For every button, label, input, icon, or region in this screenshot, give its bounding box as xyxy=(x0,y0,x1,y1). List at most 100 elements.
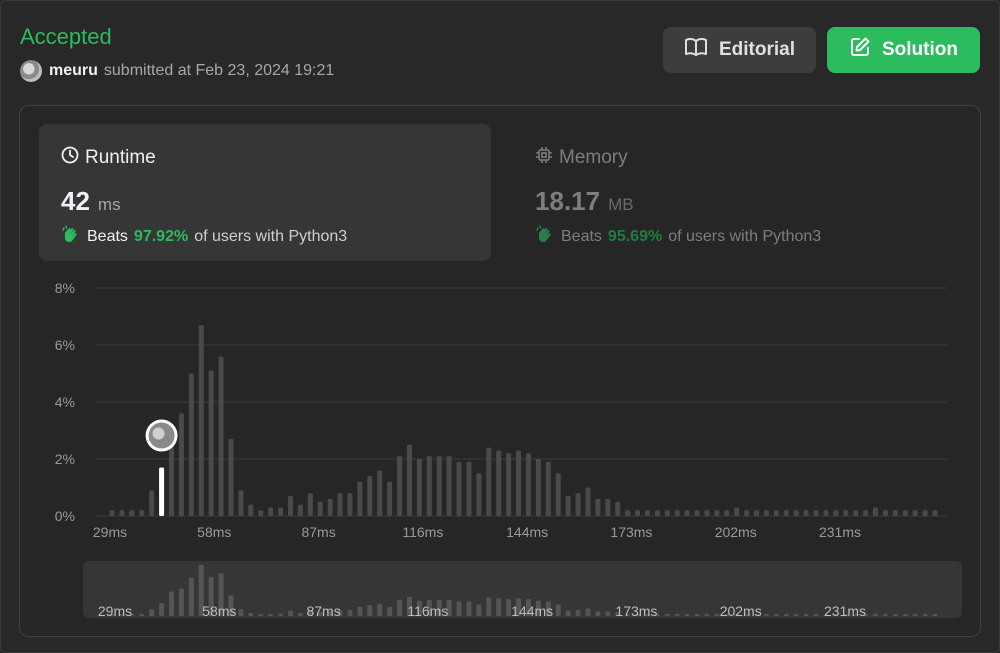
bar xyxy=(337,493,343,516)
bar xyxy=(387,481,393,516)
mini-bar xyxy=(763,614,769,616)
bar xyxy=(644,510,650,516)
mini-bar xyxy=(496,598,502,616)
bar xyxy=(109,510,115,516)
bar xyxy=(635,510,641,516)
mini-bar xyxy=(347,609,353,616)
mini-bar xyxy=(377,603,383,616)
bar xyxy=(317,501,323,516)
mini-x-tick-label: 231ms xyxy=(824,603,866,619)
bar xyxy=(763,510,769,516)
mini-bar xyxy=(149,609,155,616)
bar xyxy=(694,510,700,516)
mini-bar xyxy=(585,608,591,616)
bar xyxy=(595,498,601,516)
bar xyxy=(397,456,403,516)
x-tick-label: 173ms xyxy=(610,524,652,540)
mini-bar xyxy=(892,614,898,616)
bar xyxy=(486,447,492,516)
mini-bar xyxy=(238,609,244,616)
bar xyxy=(327,498,333,516)
y-tick-label: 4% xyxy=(55,394,75,410)
runtime-distribution-chart[interactable]: 0% 2% 4% 6% 8% 29ms 58ms 87ms 116ms 144ms 173ms 202… xyxy=(0,0,1000,653)
mini-bar xyxy=(694,614,700,616)
mini-bar xyxy=(555,604,561,616)
bar xyxy=(754,510,760,516)
bar xyxy=(198,325,204,516)
bar xyxy=(545,461,551,516)
bar xyxy=(902,510,908,516)
bar xyxy=(793,510,799,516)
bar xyxy=(208,370,214,516)
bar xyxy=(843,510,849,516)
mini-x-tick-label: 29ms xyxy=(98,603,132,619)
mini-bar xyxy=(773,614,779,616)
bar xyxy=(218,356,224,516)
bar xyxy=(734,507,740,516)
mini-x-tick-label: 202ms xyxy=(720,603,762,619)
bar xyxy=(516,450,522,516)
mini-bar xyxy=(873,613,879,616)
bar xyxy=(456,461,462,516)
mini-bar xyxy=(783,614,789,616)
bar xyxy=(466,461,472,516)
mini-bar xyxy=(466,601,472,616)
x-tick-label: 231ms xyxy=(819,524,861,540)
mini-bar xyxy=(813,614,819,616)
bar xyxy=(377,470,383,516)
bar xyxy=(932,510,938,516)
bar xyxy=(268,507,274,516)
bar xyxy=(585,487,591,516)
mini-bar xyxy=(476,604,482,616)
bar xyxy=(238,490,244,516)
mini-bar xyxy=(664,614,670,616)
mini-bar xyxy=(684,614,690,616)
mini-bar xyxy=(287,610,293,616)
mini-bar xyxy=(456,601,462,616)
bar xyxy=(307,493,313,516)
x-tick-label: 29ms xyxy=(93,524,127,540)
mini-bar xyxy=(178,588,184,616)
bar xyxy=(873,507,879,516)
mini-bar xyxy=(565,610,571,616)
mini-bar xyxy=(882,614,888,616)
bar xyxy=(833,510,839,516)
mini-bar xyxy=(278,613,284,616)
mini-bar xyxy=(803,614,809,616)
bar xyxy=(714,510,720,516)
mini-bar xyxy=(268,613,274,616)
bar xyxy=(406,444,412,516)
mini-bar xyxy=(704,614,710,616)
mini-bar xyxy=(595,611,601,616)
mini-bar xyxy=(367,605,373,616)
bar xyxy=(823,510,829,516)
mini-bar xyxy=(188,577,194,616)
mini-x-tick-label: 116ms xyxy=(407,603,448,619)
bar xyxy=(258,510,264,516)
x-tick-label: 58ms xyxy=(197,524,231,540)
bar xyxy=(129,510,135,516)
bar xyxy=(605,498,611,516)
bar xyxy=(704,510,710,516)
mini-bar xyxy=(793,614,799,616)
mini-bar xyxy=(168,591,174,616)
mini-bar xyxy=(486,597,492,616)
mini-bar xyxy=(674,614,680,616)
mini-bar xyxy=(139,614,145,616)
mini-x-tick-label: 87ms xyxy=(306,603,340,619)
mini-bar xyxy=(714,614,720,616)
bar xyxy=(297,504,303,516)
bar xyxy=(912,510,918,516)
bar xyxy=(674,510,680,516)
bar xyxy=(506,453,512,516)
bar xyxy=(119,510,125,516)
bar xyxy=(575,493,581,516)
mini-bar xyxy=(902,614,908,616)
x-tick-label: 87ms xyxy=(301,524,335,540)
bar xyxy=(625,510,631,516)
mini-bar xyxy=(922,614,928,616)
mini-bar xyxy=(605,611,611,616)
bar xyxy=(803,510,809,516)
bar xyxy=(278,507,284,516)
bar xyxy=(813,510,819,516)
